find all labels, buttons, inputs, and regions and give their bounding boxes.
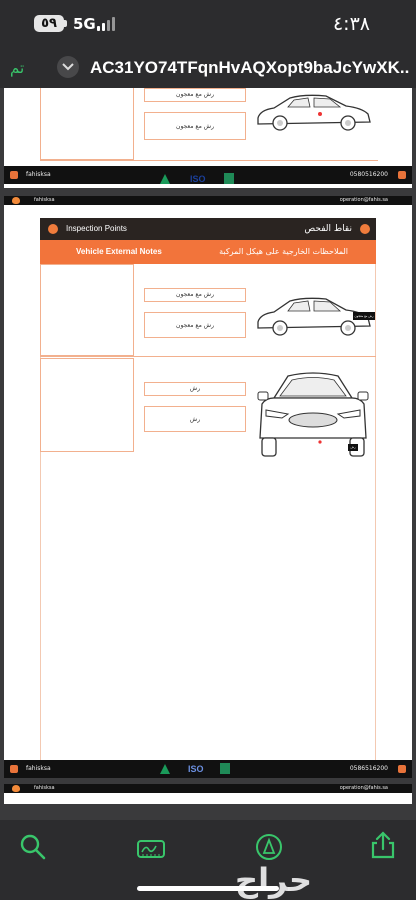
social-icon <box>10 171 18 179</box>
pdf-page-1: رش مع معجون رش مع معجون fahisksa 0580516… <box>4 88 412 188</box>
pdf-page-3: fahisksa operation@fahis.sa <box>4 784 412 804</box>
row-divider <box>40 356 376 357</box>
damage-label: رش مع معجون <box>144 312 246 338</box>
notes-cell <box>40 264 134 356</box>
logo-badge <box>224 173 234 184</box>
pdf-viewer-screen: ٥٩ 5G ٤:٣٨ تم AC31YO74TFqnHvAQXopt9baJcY… <box>0 0 416 900</box>
markup-icon[interactable] <box>254 832 284 862</box>
topbar-email: operation@fahis.sa <box>339 785 388 791</box>
battery-tip <box>64 20 67 27</box>
page-border-right <box>375 240 376 778</box>
battery-indicator: ٥٩ <box>34 15 64 32</box>
section-badge-icon <box>48 224 58 234</box>
logo-green <box>160 764 170 774</box>
topbar-handle: fahisksa <box>34 785 55 791</box>
network-label: 5G <box>73 15 96 33</box>
car-side-icon <box>257 94 371 131</box>
section-title-ar: نقاط الفحص <box>304 224 352 234</box>
phone-icon <box>398 765 406 773</box>
damage-label: رش مع معجون <box>144 288 246 302</box>
section-header: Inspection Points نقاط الفحص <box>40 218 376 240</box>
chevron-down-icon <box>62 63 74 71</box>
footer-phone: 0580516200 <box>349 171 388 178</box>
pdf-page-2: fahisksa operation@fahis.sa Inspection P… <box>4 196 412 778</box>
section-subheader: Vehicle External Notes الملاحظات الخارجي… <box>40 240 376 264</box>
section-badge-icon <box>360 224 370 234</box>
phone-icon <box>398 171 406 179</box>
done-button[interactable]: تم <box>10 58 24 78</box>
logo-badge <box>220 763 230 774</box>
watermark: حراج <box>235 861 312 899</box>
social-icon <box>10 765 18 773</box>
twitter-icon <box>12 785 20 792</box>
damage-label: رش مع معجون <box>144 88 246 102</box>
subheader-ar: الملاحظات الخارجية على هيكل المركبة <box>219 247 348 256</box>
footer-handle: fahisksa <box>26 171 51 178</box>
signature-icon[interactable] <box>136 834 166 864</box>
document-title[interactable]: AC31YO74TFqnHvAQXopt9baJcYwXK... <box>90 56 410 80</box>
bottom-toolbar: حراج <box>0 820 416 900</box>
title-menu-button[interactable] <box>57 56 79 78</box>
title-bar: تم AC31YO74TFqnHvAQXopt9baJcYwXK... <box>0 48 416 88</box>
iso-logo: ISO <box>188 764 204 774</box>
footer-handle: fahisksa <box>26 765 51 772</box>
iso-logo: ISO <box>190 174 206 184</box>
page-topbar: fahisksa operation@fahis.sa <box>4 784 412 793</box>
search-icon[interactable] <box>18 832 48 862</box>
home-indicator[interactable] <box>137 886 279 891</box>
damage-label: رش مع معجون <box>144 112 246 140</box>
section-title-en: Inspection Points <box>66 224 127 233</box>
topbar-handle: fahisksa <box>34 197 55 203</box>
topbar-email: operation@fahis.sa <box>339 197 388 203</box>
signal-bars-icon <box>97 17 119 31</box>
car-damage-tag: رش مع معجون <box>353 312 375 320</box>
document-scroll-area[interactable]: رش مع معجون رش مع معجون fahisksa 0580516… <box>0 88 416 820</box>
certification-logos: ISO <box>154 760 244 776</box>
damage-label: رش <box>144 406 246 432</box>
notes-cell <box>40 358 134 452</box>
damage-label: رش <box>144 382 246 396</box>
status-bar: ٥٩ 5G ٤:٣٨ <box>0 0 416 48</box>
twitter-icon <box>12 197 20 204</box>
car-damage-tag: رش <box>348 444 358 451</box>
footer-phone: 0586516200 <box>349 765 388 772</box>
certification-logos: ISO <box>154 172 244 188</box>
clock: ٤:٣٨ <box>332 13 370 35</box>
row-divider <box>40 160 378 161</box>
logo-green <box>160 174 170 184</box>
subheader-en: Vehicle External Notes <box>76 247 162 256</box>
share-icon[interactable] <box>368 830 398 860</box>
page-topbar: fahisksa operation@fahis.sa <box>4 196 412 205</box>
notes-cell <box>40 88 134 160</box>
